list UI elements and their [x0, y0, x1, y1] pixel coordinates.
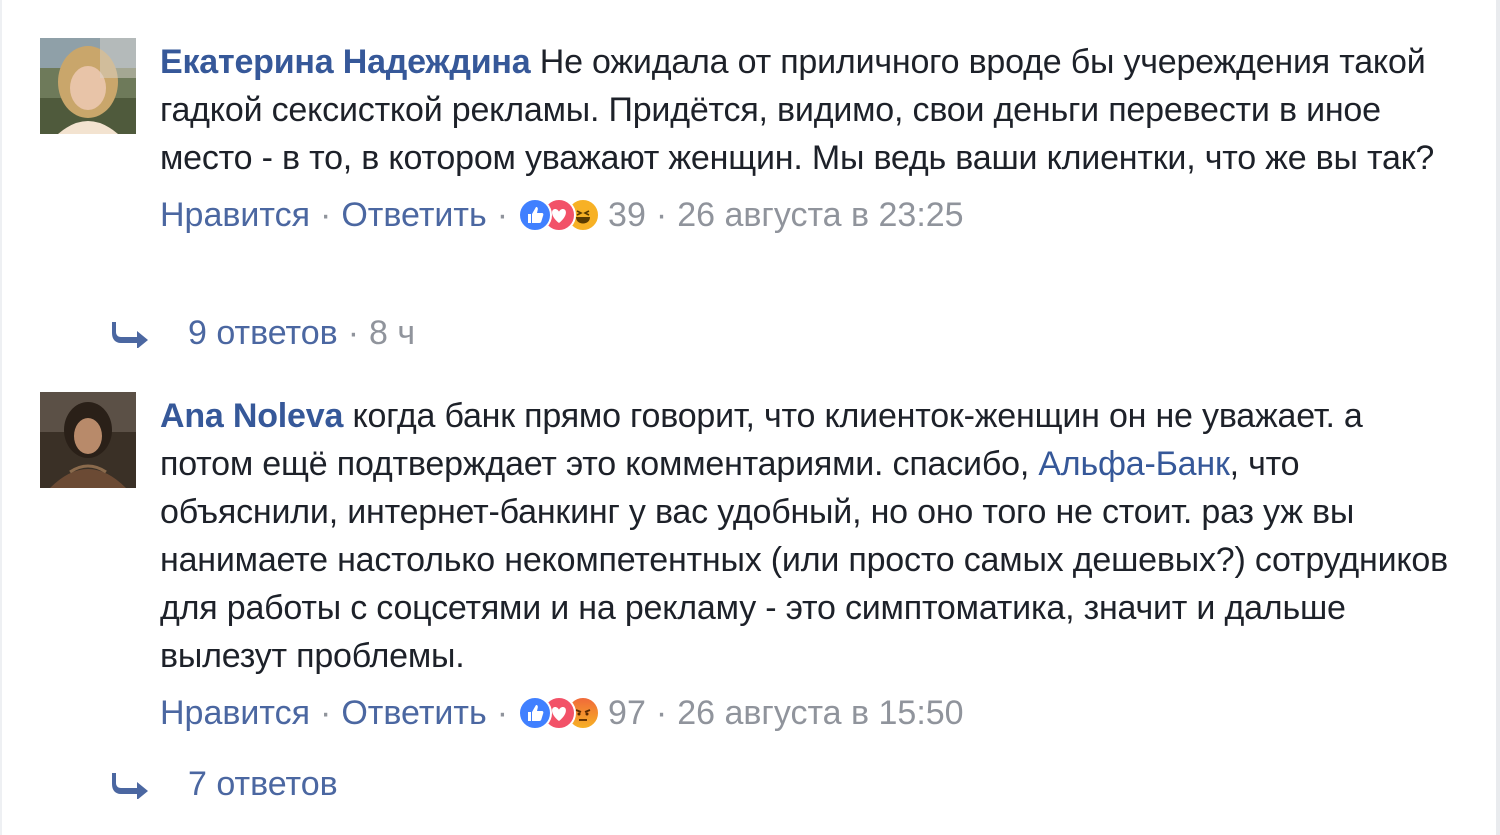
separator: ·: [655, 196, 668, 234]
author-name[interactable]: Екатерина Надеждина: [160, 43, 531, 81]
reactions-summary[interactable]: [518, 198, 601, 232]
like-button[interactable]: Нравится: [160, 192, 310, 238]
comment-actions: Нравится · Ответить · 39 · 26 августа в …: [160, 192, 1450, 238]
replies-count-link[interactable]: 7 ответов: [188, 761, 338, 807]
like-icon: [518, 696, 553, 730]
separator: ·: [320, 196, 332, 234]
separator: ·: [347, 314, 360, 352]
reaction-count[interactable]: 97: [608, 690, 646, 736]
replies-link-row[interactable]: 7 ответов: [112, 761, 338, 807]
comment-timestamp[interactable]: 26 августа в 23:25: [677, 192, 963, 238]
comment-timestamp[interactable]: 26 августа в 15:50: [677, 690, 963, 736]
replies-time: 8 ч: [369, 314, 416, 352]
reply-button[interactable]: Ответить: [341, 192, 486, 238]
separator: ·: [496, 694, 509, 732]
avatar[interactable]: [40, 392, 136, 488]
like-icon: [518, 198, 553, 232]
comment-text: Ana Noleva когда банк прямо говорит, что…: [160, 392, 1450, 680]
right-border: [1496, 0, 1500, 835]
avatar-photo: [40, 392, 136, 488]
reply-arrow-icon: [112, 322, 148, 348]
separator: ·: [320, 694, 332, 732]
replies-link-row[interactable]: 9 ответов · 8 ч: [112, 310, 415, 356]
replies-count-link[interactable]: 9 ответов: [188, 310, 338, 356]
avatar-photo: [40, 38, 136, 134]
reply-arrow-icon: [112, 773, 148, 799]
reply-button[interactable]: Ответить: [341, 690, 486, 736]
like-button[interactable]: Нравится: [160, 690, 310, 736]
separator: ·: [655, 694, 668, 732]
comment-body: Екатерина Надеждина Не ожидала от прилич…: [160, 38, 1450, 238]
separator: ·: [496, 196, 509, 234]
left-border: [0, 0, 2, 835]
comment-text: Екатерина Надеждина Не ожидала от прилич…: [160, 38, 1450, 182]
comment-actions: Нравится · Ответить · 97 · 26 августа в …: [160, 690, 1450, 736]
comment-body: Ana Noleva когда банк прямо говорит, что…: [160, 392, 1450, 736]
avatar[interactable]: [40, 38, 136, 134]
mention-link[interactable]: Альфа-Банк: [1038, 445, 1230, 483]
reaction-count[interactable]: 39: [608, 192, 646, 238]
author-name[interactable]: Ana Noleva: [160, 397, 343, 435]
reactions-summary[interactable]: [518, 696, 601, 730]
